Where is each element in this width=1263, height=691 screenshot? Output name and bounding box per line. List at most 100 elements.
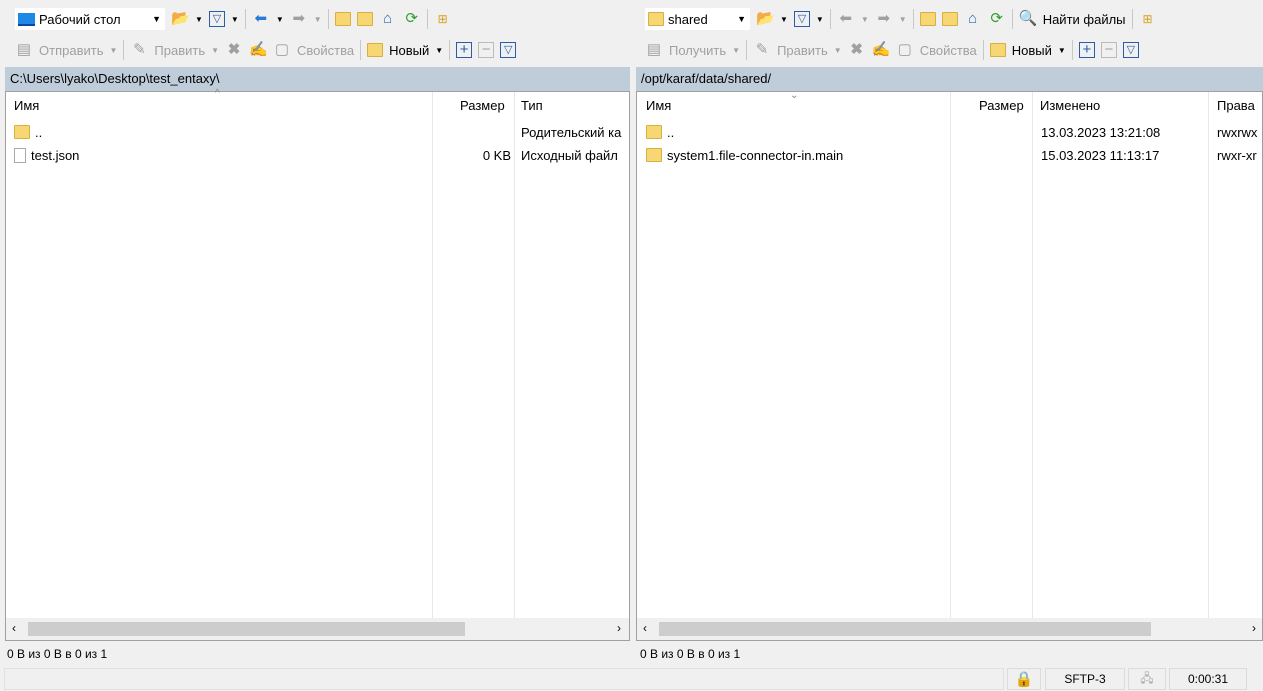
left-location-combo[interactable]: Рабочий стол ▼ [15, 8, 165, 30]
rename-icon[interactable]: ✍ [249, 41, 268, 59]
separator [1011, 9, 1013, 29]
chevron-down-icon[interactable]: ▼ [152, 14, 165, 24]
receive-button[interactable]: Получить [669, 43, 726, 58]
parent-folder-icon [14, 125, 30, 139]
lock-icon[interactable]: 🔒 [1007, 668, 1041, 690]
file-row[interactable]: .. Родительский ка [14, 122, 629, 142]
parent-dir-icon[interactable] [334, 12, 351, 26]
edit-button[interactable]: Править [154, 43, 205, 58]
chevron-down-icon[interactable]: ▼ [732, 46, 740, 55]
network-icon[interactable]: 🖧 [1128, 668, 1166, 690]
properties-button[interactable]: Свойства [920, 43, 977, 58]
chevron-down-icon[interactable]: ▼ [737, 14, 750, 24]
column-header-name[interactable]: Имя [14, 98, 39, 113]
separator [912, 9, 914, 29]
file-type: Исходный файл [521, 147, 618, 163]
chevron-down-icon[interactable]: ▼ [1058, 46, 1066, 55]
column-header-type[interactable]: Тип [521, 98, 543, 113]
home-icon[interactable]: ⌂ [379, 10, 397, 28]
scroll-left-icon[interactable]: ‹ [12, 621, 16, 635]
scrollbar-thumb[interactable] [28, 622, 465, 636]
home-icon[interactable]: ⌂ [964, 10, 982, 28]
file-modified: 13.03.2023 13:21:08 [1041, 124, 1161, 140]
protocol-indicator[interactable]: SFTP-3 [1045, 668, 1125, 690]
tree-icon[interactable]: ⊞ [434, 10, 452, 28]
scroll-right-icon[interactable]: › [1252, 621, 1256, 635]
file-name: test.json [31, 147, 80, 163]
chevron-down-icon[interactable]: ▼ [861, 15, 869, 24]
column-header-size[interactable]: Размер [979, 98, 1024, 113]
chevron-down-icon[interactable]: ▼ [435, 46, 443, 55]
scroll-right-icon[interactable]: › [617, 621, 621, 635]
new-button[interactable]: Новый [1012, 43, 1052, 58]
left-horizontal-scrollbar[interactable]: ‹ › [6, 618, 629, 640]
left-selection-status: 0 B из 0 B в 0 из 1 [7, 647, 108, 661]
delete-icon[interactable]: ✖ [848, 41, 866, 59]
right-path-bar[interactable]: /opt/karaf/data/shared/ [636, 67, 1263, 91]
separator [746, 40, 748, 60]
select-plus-icon[interactable]: + [1078, 42, 1095, 58]
back-icon[interactable]: ⬅ [837, 10, 855, 28]
filter-select-icon[interactable]: ▽ [500, 42, 517, 58]
new-button[interactable]: Новый [389, 43, 429, 58]
column-header-rights[interactable]: Права [1217, 98, 1255, 113]
select-minus-icon[interactable]: − [478, 42, 495, 58]
filter-icon[interactable]: ▽ [208, 11, 225, 27]
file-row[interactable]: system1.file-connector-in.main 15.03.202… [646, 145, 1261, 165]
refresh-icon[interactable]: ⟳ [988, 10, 1006, 28]
edit-icon: ✎ [133, 41, 146, 58]
chevron-down-icon[interactable]: ▼ [231, 15, 239, 24]
find-files-button[interactable]: Найти файлы [1043, 12, 1126, 27]
right-file-list[interactable]: ⌄ Имя Размер Изменено Права .. 13.03.202… [636, 90, 1263, 641]
left-path-bar[interactable]: C:\Users\lyako\Desktop\test_entaxy\ [5, 67, 630, 91]
forward-icon[interactable]: ➡ [290, 10, 308, 28]
filter-select-icon[interactable]: ▽ [1122, 42, 1139, 58]
right-location-value: shared [668, 11, 708, 27]
new-folder-icon [367, 43, 384, 57]
column-header-modified[interactable]: Изменено [1040, 98, 1100, 113]
column-header-size[interactable]: Размер [460, 98, 505, 113]
back-icon[interactable]: ⬅ [252, 10, 270, 28]
file-name: system1.file-connector-in.main [667, 147, 844, 163]
chevron-down-icon[interactable]: ▼ [899, 15, 907, 24]
edit-icon: ✎ [755, 41, 769, 58]
scroll-left-icon[interactable]: ‹ [643, 621, 647, 635]
chevron-down-icon[interactable]: ▼ [834, 46, 842, 55]
file-rights: rwxrwx [1217, 124, 1258, 140]
right-horizontal-scrollbar[interactable]: ‹ › [637, 618, 1262, 640]
chevron-down-icon[interactable]: ▼ [780, 15, 788, 24]
open-folder-icon[interactable]: 📂 [756, 10, 775, 28]
file-row[interactable]: test.json 0 KB Исходный файл [14, 145, 629, 165]
chevron-down-icon[interactable]: ▼ [109, 46, 117, 55]
open-folder-icon[interactable]: 📂 [171, 10, 190, 28]
rename-icon[interactable]: ✍ [872, 41, 891, 59]
parent-folder-icon [646, 125, 662, 139]
root-dir-icon[interactable] [356, 12, 373, 26]
forward-icon[interactable]: ➡ [875, 10, 893, 28]
statusbar-main [4, 668, 1004, 690]
filter-icon[interactable]: ▽ [793, 11, 810, 27]
chevron-down-icon[interactable]: ▼ [211, 46, 219, 55]
chevron-down-icon[interactable]: ▼ [276, 15, 284, 24]
left-file-list[interactable]: ^ Имя Размер Тип .. Родительский ка test… [5, 88, 630, 641]
right-location-combo[interactable]: shared ▼ [645, 8, 750, 30]
properties-button[interactable]: Свойства [297, 43, 354, 58]
file-name: .. [35, 124, 43, 140]
separator [426, 9, 428, 29]
delete-icon[interactable]: ✖ [225, 41, 243, 59]
tree-icon[interactable]: ⊞ [1139, 10, 1157, 28]
chevron-down-icon[interactable]: ▼ [816, 15, 824, 24]
column-header-name[interactable]: Имя [646, 98, 671, 113]
parent-dir-icon[interactable] [919, 12, 936, 26]
select-minus-icon[interactable]: − [1100, 42, 1117, 58]
right-toolbar-actions: ▤ Получить ▼ ✎ Править ▼ ✖ ✍ ▢ Свойства Новый ▼… [645, 37, 1139, 63]
select-plus-icon[interactable]: + [456, 42, 473, 58]
scrollbar-thumb[interactable] [659, 622, 1151, 636]
chevron-down-icon[interactable]: ▼ [314, 15, 322, 24]
chevron-down-icon[interactable]: ▼ [195, 15, 203, 24]
refresh-icon[interactable]: ⟳ [403, 10, 421, 28]
file-row[interactable]: .. 13.03.2023 13:21:08 rwxrwx [646, 122, 1261, 142]
root-dir-icon[interactable] [941, 12, 958, 26]
edit-button[interactable]: Править [777, 43, 828, 58]
send-button[interactable]: Отправить [39, 43, 103, 58]
